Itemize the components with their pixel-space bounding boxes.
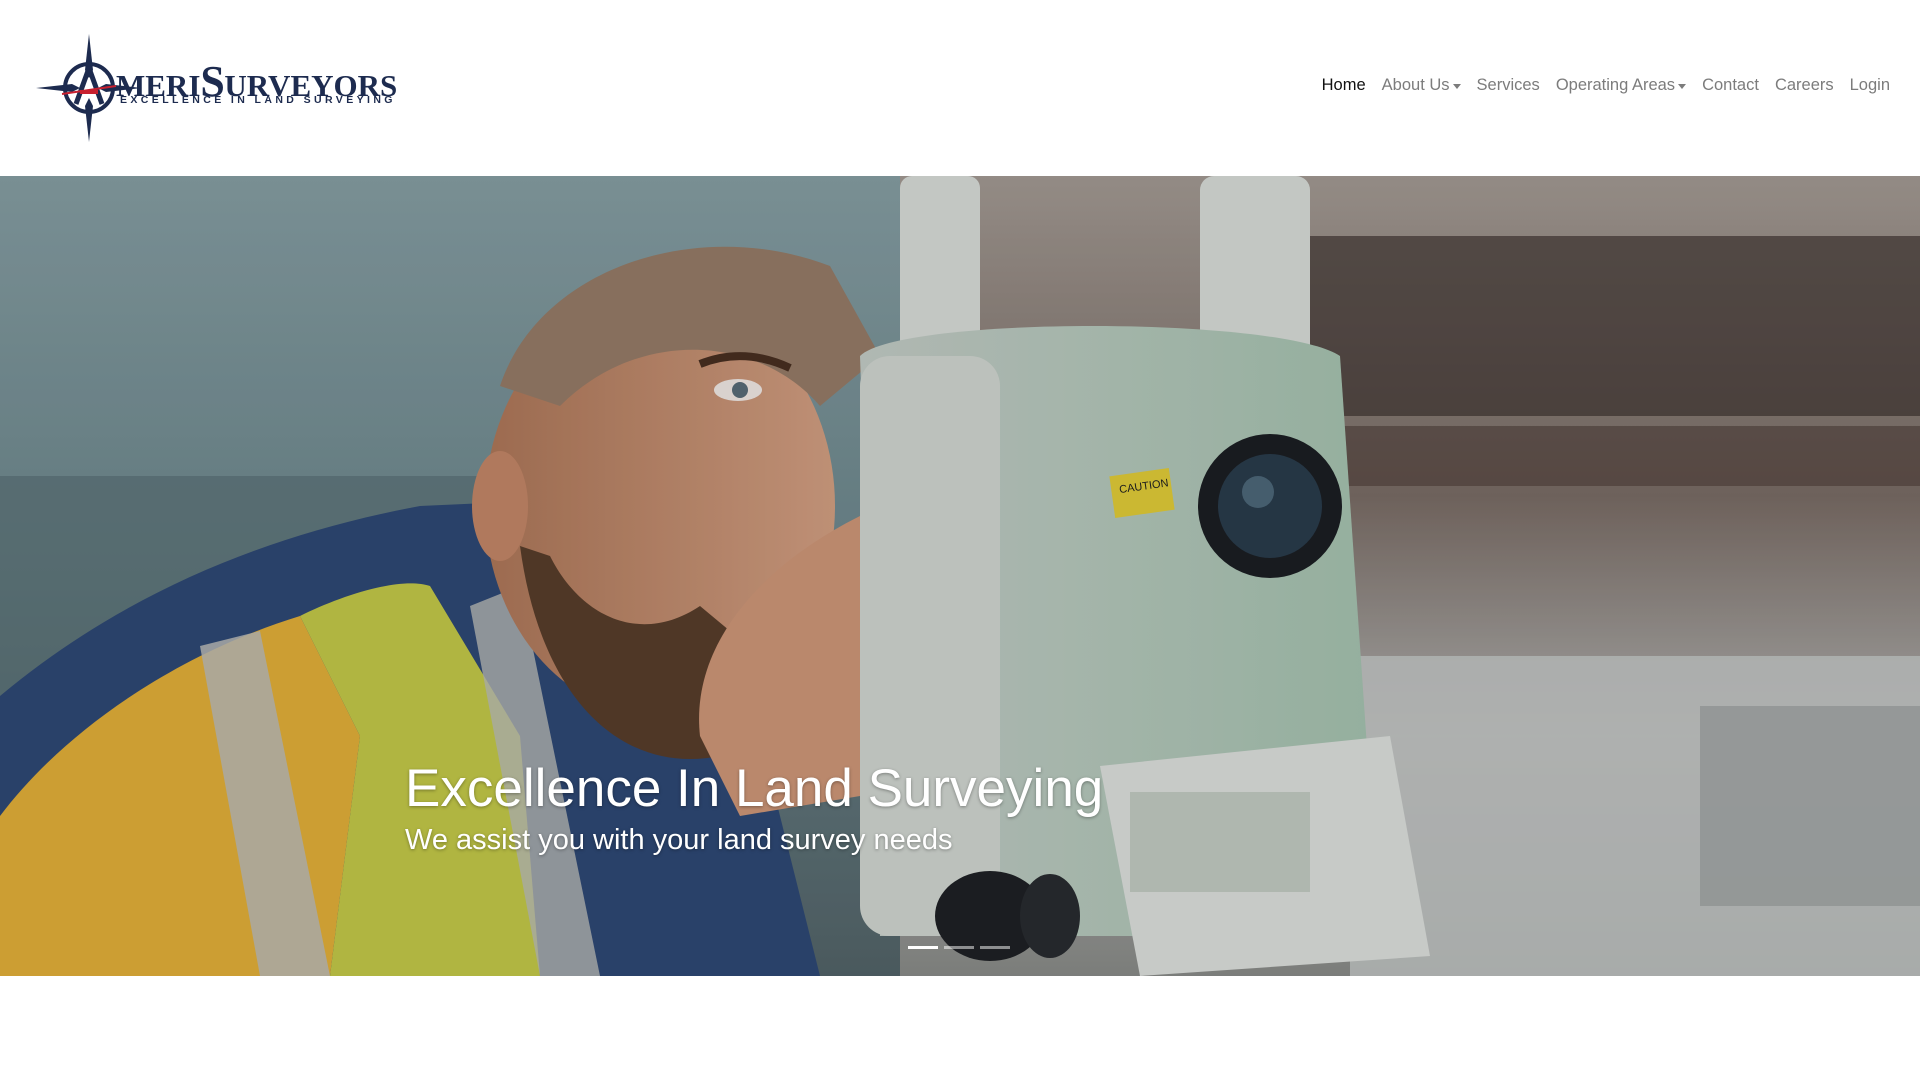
site-header: MERISURVEYORS EXCELLENCE IN LAND SURVEYI… [0,0,1920,176]
carousel-caption: Excellence In Land Surveying We assist y… [405,758,1103,858]
nav-login-label: Login [1849,76,1890,94]
carousel-indicator[interactable] [980,946,1010,949]
hero-subtitle: We assist you with your land survey need… [405,824,953,856]
nav-contact[interactable]: Contact [1694,76,1767,95]
nav-contact-label: Contact [1702,76,1759,94]
nav-careers[interactable]: Careers [1767,76,1842,95]
caret-down-icon [1452,84,1461,89]
brand-tagline: EXCELLENCE IN LAND SURVEYING [120,94,396,106]
nav-about-us[interactable]: About Us [1374,76,1469,95]
caret-down-icon [1678,84,1687,89]
hero-carousel[interactable]: CAUTION Excellence In Land Surveying We … [0,176,1920,976]
nav-home[interactable]: Home [1314,76,1374,95]
nav-careers-label: Careers [1774,76,1834,94]
nav-login[interactable]: Login [1842,76,1898,95]
main-nav: Home About Us Services Operating Areas C… [1314,76,1898,95]
nav-services-label: Services [1476,76,1540,94]
brand-logo[interactable]: MERISURVEYORS EXCELLENCE IN LAND SURVEYI… [36,34,397,142]
carousel-indicator[interactable] [944,946,974,949]
nav-operating-areas[interactable]: Operating Areas [1548,76,1694,95]
hero-title: Excellence In Land Surveying [405,759,1104,818]
nav-home-label: Home [1321,76,1366,94]
nav-services[interactable]: Services [1469,76,1548,95]
nav-operating-areas-label: Operating Areas [1555,76,1676,94]
nav-about-us-label: About Us [1381,76,1450,94]
carousel-indicators [908,946,1010,949]
carousel-indicator[interactable] [908,946,938,949]
